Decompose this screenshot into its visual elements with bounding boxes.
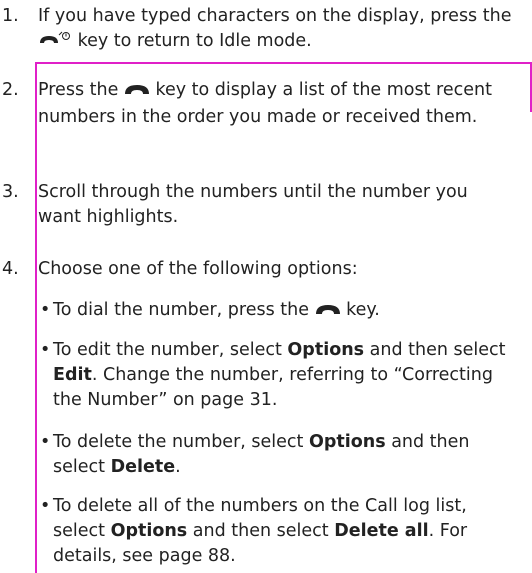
step-number: 4.: [2, 259, 19, 279]
step-text: If you have typed characters on the disp…: [38, 4, 514, 56]
step-number: 2.: [2, 80, 19, 100]
send-key-icon: [315, 300, 341, 325]
step-number: 3.: [2, 182, 19, 202]
end-power-key-icon: [38, 30, 72, 56]
step-text: Scroll through the numbers until the num…: [38, 182, 468, 227]
send-key-icon: [124, 80, 150, 105]
step-text: Choose one of the following options:: [38, 259, 358, 279]
revision-bar-top: [35, 62, 532, 64]
bullet-dot: •: [40, 496, 51, 516]
step-number: 1.: [2, 6, 19, 26]
bullet-dot: •: [40, 340, 51, 360]
step-text: Press the key to display a list of the m…: [38, 80, 492, 127]
revision-bar-left: [35, 62, 37, 573]
bullet-dot: •: [40, 432, 51, 452]
bullet-dot: •: [40, 300, 51, 320]
